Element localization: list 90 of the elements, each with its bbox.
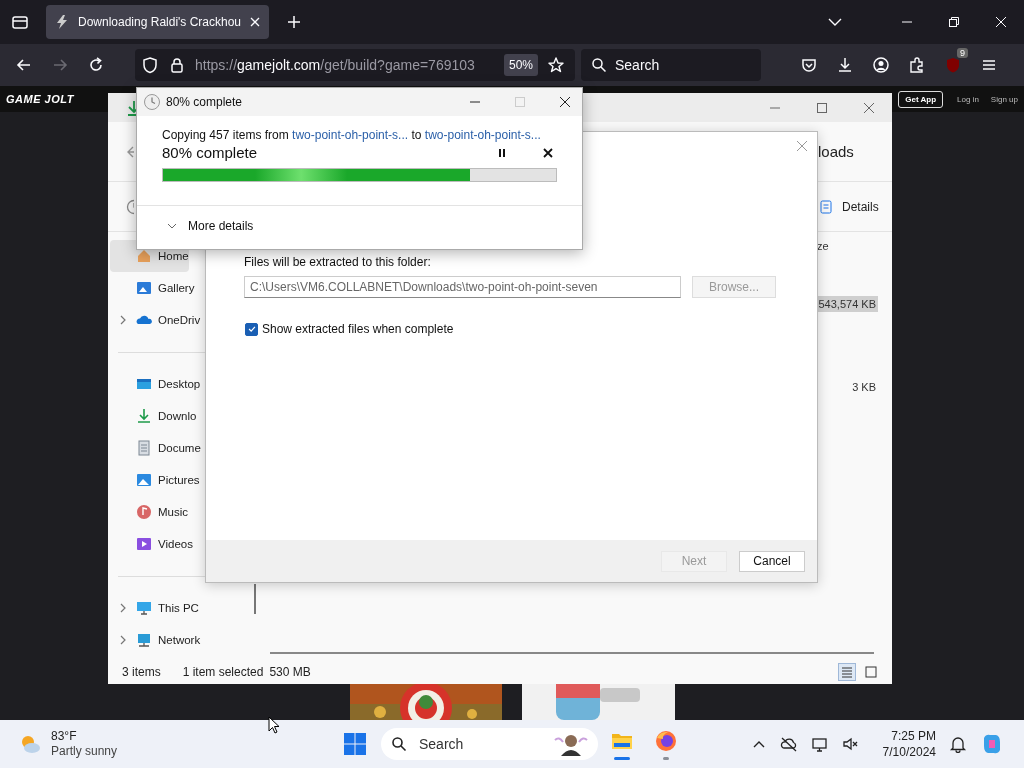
bell-icon[interactable] (949, 735, 967, 753)
chevron-right-icon[interactable] (118, 603, 128, 613)
clock-icon[interactable] (126, 198, 134, 215)
music-icon (136, 504, 152, 520)
cloud-off-icon[interactable] (779, 735, 798, 753)
count-badge: 9 (957, 48, 968, 58)
status-text: 3 items (122, 665, 161, 679)
column-header[interactable]: ze (817, 240, 829, 252)
site-link[interactable]: Sign up (990, 94, 1018, 104)
destination-link[interactable]: two-point-oh-point-s... (424, 128, 541, 142)
sidebar-item[interactable]: Desktop (110, 368, 201, 400)
sidebar-item[interactable]: Gallery (110, 272, 195, 304)
home-icon (136, 248, 152, 264)
sidebar-item[interactable]: Docume (110, 432, 201, 464)
close-icon[interactable] (249, 16, 262, 28)
source-link[interactable]: two-point-oh-point-s... (292, 128, 409, 142)
speaker-muted-icon[interactable] (841, 735, 860, 753)
document-icon (136, 440, 152, 456)
account-icon[interactable] (872, 56, 890, 74)
folder-heading: loads (818, 143, 854, 160)
new-tab-icon[interactable] (286, 14, 303, 30)
list-icon (841, 666, 853, 678)
sidebar-item[interactable]: This PC (110, 592, 199, 624)
pocket-icon[interactable] (800, 56, 818, 74)
maximize-icon[interactable] (816, 101, 828, 114)
checkbox[interactable] (245, 322, 258, 336)
sidebar-item[interactable]: Downlo (110, 400, 197, 432)
browser-icon (654, 728, 678, 753)
temperature-text: 83°F (51, 729, 78, 744)
tiles-view-button[interactable] (862, 663, 880, 681)
site-link[interactable]: Log in (957, 94, 979, 104)
shield-icon (141, 56, 159, 74)
close-icon[interactable] (542, 146, 554, 159)
details-icon (819, 199, 833, 214)
status-text: 530 MB (269, 665, 311, 679)
sidebar-item[interactable]: Pictures (110, 464, 200, 496)
square-icon (865, 666, 877, 678)
maximize-icon (514, 96, 526, 108)
search-icon (391, 736, 407, 752)
lock-icon (168, 56, 186, 74)
more-details-toggle[interactable]: More details (137, 219, 582, 233)
site-logo[interactable]: GAME JOLT (6, 93, 74, 105)
tab-list-icon[interactable] (11, 13, 29, 31)
copy-description: Copying 457 items from two-point-oh-point-s... to two-point-oh-point-s... (162, 128, 542, 142)
status-text: 1 item selected (182, 665, 264, 679)
weather-condition: Partly sunny (51, 744, 118, 759)
search-field[interactable]: Search (581, 49, 761, 81)
pc-icon (136, 600, 152, 616)
window-title: 80% complete (166, 95, 243, 109)
folder-path-field[interactable]: C:\Users\VM6.COLLABNET\Downloads\two-point-oh-point-seven (244, 276, 681, 298)
gallery-icon (136, 280, 152, 296)
dialog-button[interactable]: Cancel (739, 550, 805, 572)
sidebar-item[interactable]: Network (110, 624, 201, 656)
desktop-icon (136, 376, 152, 392)
star-icon[interactable] (547, 56, 565, 74)
windows-start-icon[interactable] (343, 732, 367, 756)
reload-icon[interactable] (87, 56, 105, 74)
sidebar-item[interactable]: Videos (110, 528, 193, 560)
get-app-button[interactable]: Get App (898, 90, 944, 108)
chevron-right-icon[interactable] (118, 315, 128, 325)
address-bar[interactable]: https://gamejolt.com/get/build?game=769103 50% (135, 49, 575, 81)
zoom-badge[interactable]: 50% (503, 54, 538, 76)
cursor-icon (268, 716, 280, 734)
monitor-icon[interactable] (810, 735, 829, 753)
sidebar-item[interactable]: Music (110, 496, 189, 528)
close-icon[interactable] (559, 96, 571, 108)
pictures-icon (136, 472, 152, 488)
download-icon (136, 408, 152, 424)
restore-icon[interactable] (948, 16, 960, 28)
videos-icon (136, 536, 152, 552)
progress-status: 80% complete (162, 144, 258, 161)
chevron-right-icon[interactable] (118, 635, 128, 645)
clock-date[interactable]: 7/10/2024 (882, 744, 936, 760)
sidebar-item[interactable]: OneDriv (110, 304, 201, 336)
taskbar-search-field[interactable]: Search (381, 728, 598, 760)
bolt-icon (54, 14, 70, 30)
checkbox-label[interactable]: Show extracted files when complete (262, 322, 454, 336)
puzzle-icon[interactable] (908, 56, 926, 74)
clock-time[interactable]: 7:25 PM (891, 728, 936, 744)
details-view-button[interactable] (838, 663, 856, 681)
details-button[interactable]: Details (819, 199, 879, 214)
clock-icon (143, 93, 161, 111)
pause-icon[interactable] (496, 146, 508, 159)
table-cell-text: 3 KB (851, 380, 877, 395)
folder-label: Files will be extracted to this folder: (244, 255, 432, 269)
check-icon (246, 324, 257, 334)
search-icon (591, 57, 607, 73)
chevron-icon (167, 221, 177, 231)
browser-tab[interactable]: Downloading Raldi's Crackhou (46, 5, 270, 39)
download-icon[interactable] (836, 56, 854, 74)
